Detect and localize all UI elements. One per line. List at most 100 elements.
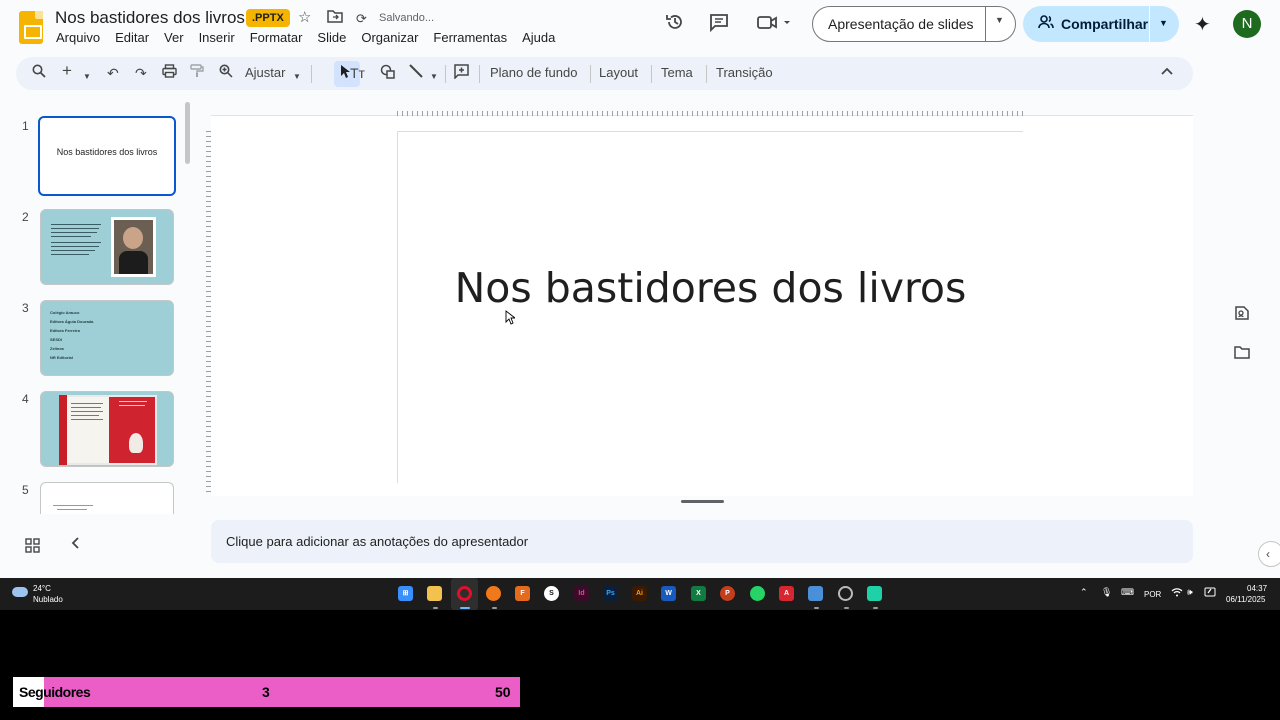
indesign-icon[interactable]: Id xyxy=(574,586,589,601)
excel-icon[interactable]: X xyxy=(691,586,706,601)
expand-side-panel-icon[interactable]: ‹ xyxy=(1258,541,1280,567)
new-slide-dropdown-icon[interactable]: ▼ xyxy=(83,68,91,86)
undo-icon[interactable]: ↶ xyxy=(107,64,119,82)
start-icon[interactable]: ⊞ xyxy=(398,586,413,601)
menu-formatar[interactable]: Formatar xyxy=(250,30,303,45)
meet-icon[interactable] xyxy=(756,12,792,34)
filmstrip-scrollbar[interactable] xyxy=(185,102,190,164)
slideshow-dropdown-icon[interactable]: ▼ xyxy=(995,15,1004,25)
layout-button[interactable]: Layout xyxy=(599,65,638,80)
zoom-dropdown-icon[interactable]: ▼ xyxy=(293,68,301,86)
weather-temperature[interactable]: 24°C xyxy=(33,584,51,593)
gemini-sparkle-icon[interactable]: ✦ xyxy=(1194,12,1211,37)
speaker-notes[interactable]: Clique para adicionar as anotações do ap… xyxy=(211,520,1193,563)
sync-icon: ⟳ xyxy=(356,11,367,26)
horizontal-ruler[interactable] xyxy=(397,104,1023,116)
zoom-select[interactable]: Ajustar xyxy=(245,65,285,80)
tray-overflow-icon[interactable]: ⌃ xyxy=(1080,587,1088,598)
app-icon[interactable]: S xyxy=(544,586,559,601)
redo-icon[interactable]: ↷ xyxy=(135,64,147,82)
keep-notes-icon[interactable] xyxy=(1234,305,1250,326)
transition-button[interactable]: Transição xyxy=(716,65,773,80)
toolbar-divider xyxy=(706,65,707,83)
slide-number: 4 xyxy=(22,392,29,406)
avatar[interactable]: N xyxy=(1233,10,1261,38)
file-explorer-icon[interactable] xyxy=(427,586,442,601)
menu-ajuda[interactable]: Ajuda xyxy=(522,30,555,45)
clock-time[interactable]: 04:37 xyxy=(1247,584,1267,593)
input-language[interactable]: POR xyxy=(1144,590,1161,599)
print-icon[interactable] xyxy=(162,64,177,82)
clock-date[interactable]: 06/11/2025 xyxy=(1226,595,1265,604)
slide-title-text[interactable]: Nos bastidores dos livros xyxy=(398,264,1023,312)
line-dropdown-icon[interactable]: ▼ xyxy=(430,68,438,86)
opera-icon[interactable] xyxy=(457,586,472,601)
wifi-icon[interactable] xyxy=(1171,587,1183,599)
menu-ferramentas[interactable]: Ferramentas xyxy=(433,30,507,45)
background-button[interactable]: Plano de fundo xyxy=(490,65,577,80)
acrobat-icon[interactable]: A xyxy=(779,586,794,601)
thumbnail-text-line xyxy=(53,505,93,506)
menu-arquivo[interactable]: Arquivo xyxy=(56,30,100,45)
share-dropdown-icon[interactable]: ▼ xyxy=(1159,18,1168,28)
slide-thumbnail-1[interactable]: Nos bastidores dos livros xyxy=(38,116,176,196)
keyboard-icon[interactable]: ⌨ xyxy=(1121,587,1134,598)
thumbnail-text-line xyxy=(51,246,99,247)
firefox-icon[interactable] xyxy=(486,586,501,601)
slide-number: 2 xyxy=(22,210,29,224)
slide-thumbnail-2[interactable] xyxy=(40,209,174,285)
vertical-ruler[interactable] xyxy=(203,131,211,496)
notes-resize-handle[interactable] xyxy=(681,500,724,503)
illustrator-icon[interactable]: Ai xyxy=(632,586,647,601)
slides-logo-icon[interactable] xyxy=(19,11,43,44)
folder-icon[interactable] xyxy=(1234,345,1250,364)
comments-icon[interactable] xyxy=(708,12,730,34)
slideshow-button[interactable]: Apresentação de slides ▼ xyxy=(812,6,1016,42)
menu-slide[interactable]: Slide xyxy=(317,30,346,45)
font-app-icon[interactable]: F xyxy=(515,586,530,601)
slide-number: 5 xyxy=(22,483,29,497)
star-icon[interactable]: ☆ xyxy=(298,9,311,27)
toolbar-divider xyxy=(479,65,480,83)
document-title[interactable]: Nos bastidores dos livros xyxy=(55,8,245,28)
version-history-icon[interactable] xyxy=(664,12,686,34)
move-folder-icon[interactable] xyxy=(327,9,343,27)
cloud-icon[interactable] xyxy=(12,587,28,597)
paint-format-icon[interactable] xyxy=(190,64,204,82)
new-slide-icon[interactable]: + xyxy=(62,62,72,80)
menu-ver[interactable]: Ver xyxy=(164,30,184,45)
word-icon[interactable]: W xyxy=(661,586,676,601)
slide-canvas[interactable]: Nos bastidores dos livros xyxy=(397,131,1023,483)
grid-view-icon[interactable] xyxy=(25,538,40,557)
slide-thumbnail-4[interactable] xyxy=(40,391,174,467)
battery-icon[interactable] xyxy=(1204,587,1216,599)
menu-editar[interactable]: Editar xyxy=(115,30,149,45)
zoom-icon[interactable] xyxy=(219,64,233,82)
menu-inserir[interactable]: Inserir xyxy=(199,30,235,45)
app-icon[interactable] xyxy=(838,586,853,601)
line-icon[interactable] xyxy=(409,64,423,82)
text-box-icon[interactable]: Tт xyxy=(350,64,365,82)
share-button[interactable]: Compartilhar ▼ xyxy=(1023,6,1179,42)
menu-organizar[interactable]: Organizar xyxy=(361,30,418,45)
weather-description[interactable]: Nublado xyxy=(33,595,63,604)
collapse-filmstrip-icon[interactable] xyxy=(70,536,80,555)
notepad-icon[interactable] xyxy=(808,586,823,601)
collapse-toolbar-icon[interactable] xyxy=(1161,64,1173,82)
whatsapp-icon[interactable] xyxy=(750,586,765,601)
toolbar: + ▼ ↶ ↷ Ajustar ▼ Tт ▼ Plano de fundo La… xyxy=(16,57,1193,90)
add-comment-icon[interactable] xyxy=(454,64,469,83)
search-menus-icon[interactable] xyxy=(32,64,46,82)
powerpoint-icon[interactable]: P xyxy=(720,586,735,601)
slide-thumbnail-3[interactable]: Colégio Arauco Editora Águia Dourada Edi… xyxy=(40,300,174,376)
thumbnail-line: Zelinea xyxy=(50,346,64,351)
running-indicator xyxy=(492,607,497,609)
slides-app: Nos bastidores dos livros .PPTX ☆ ⟳ Salv… xyxy=(0,0,1280,578)
slide-thumbnail-5[interactable] xyxy=(40,482,174,514)
shape-icon[interactable] xyxy=(380,64,396,83)
microphone-icon[interactable]: 🎙︎ xyxy=(1101,587,1112,598)
photoshop-icon[interactable]: Ps xyxy=(603,586,618,601)
volume-icon[interactable]: 🕪︎ xyxy=(1187,587,1193,598)
theme-button[interactable]: Tema xyxy=(661,65,693,80)
app-icon[interactable] xyxy=(867,586,882,601)
